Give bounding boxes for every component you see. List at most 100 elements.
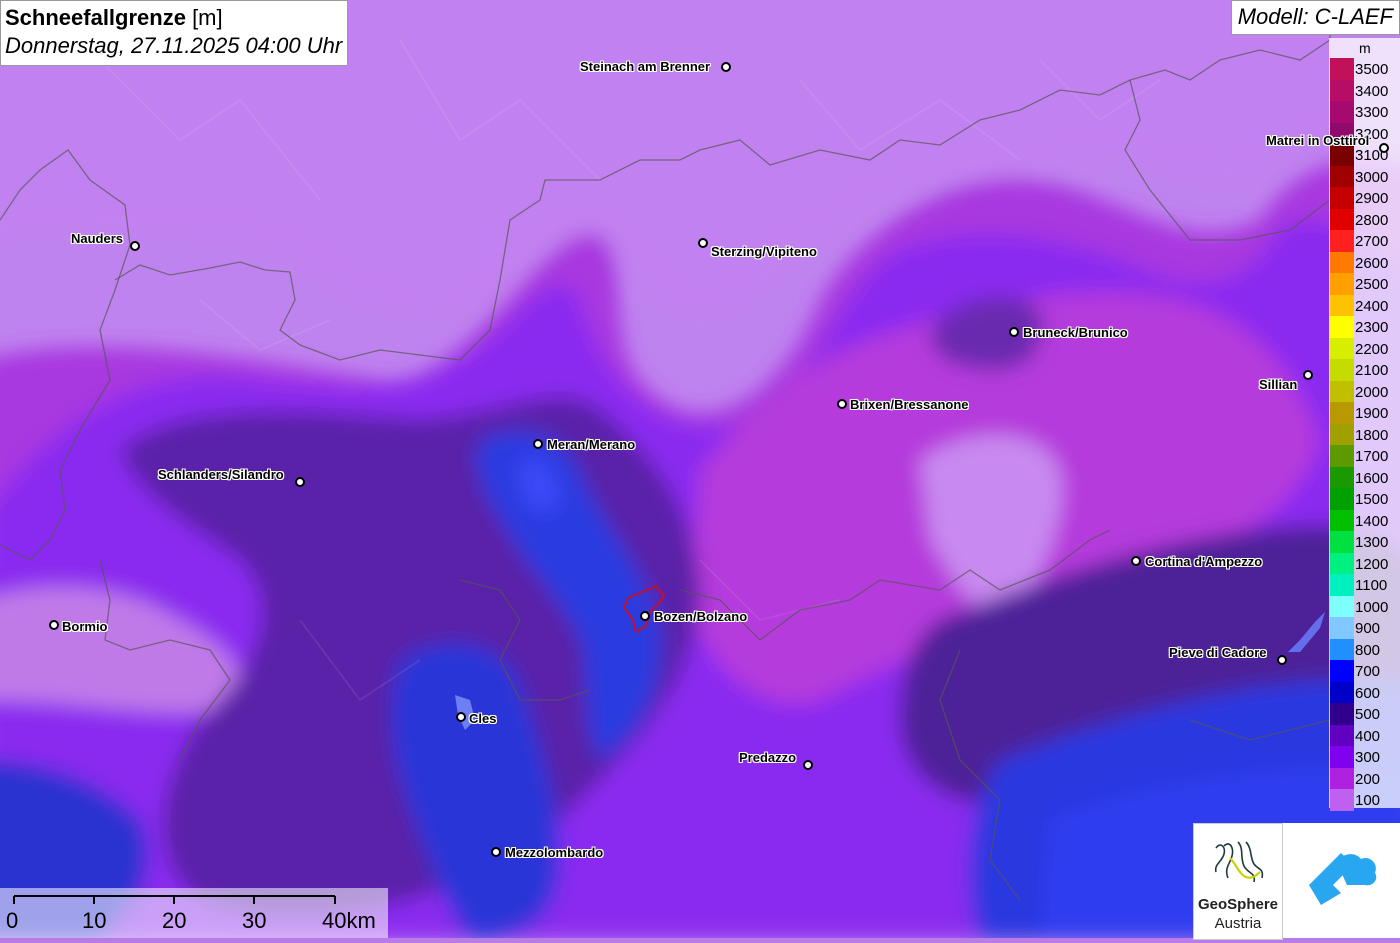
scale-label-0: 0 [6, 908, 19, 933]
legend-entry: 1300 [1329, 531, 1400, 553]
city-label: Mezzolombardo [505, 845, 604, 860]
legend-label: 1600 [1355, 469, 1389, 487]
city-label: Steinach am Brenner [580, 59, 711, 74]
legend-swatch [1330, 509, 1354, 531]
legend-entry: 1700 [1329, 445, 1400, 467]
legend-swatch [1330, 402, 1354, 424]
legend-entry: 600 [1329, 681, 1400, 703]
city-marker-icon [1379, 143, 1389, 153]
legend-entry: 2800 [1329, 208, 1400, 230]
logo-text-line1: GeoSphere [1197, 896, 1279, 913]
legend-swatch [1330, 552, 1354, 574]
legend-entry: 1000 [1329, 595, 1400, 617]
city-label: Cles [469, 711, 497, 726]
legend-label: 3500 [1355, 61, 1389, 78]
legend-swatch [1330, 58, 1354, 80]
legend-label: 2700 [1355, 233, 1389, 250]
scale-bar: 0 10 20 30 40km [0, 888, 388, 938]
legend-entry: 2300 [1329, 316, 1400, 338]
legend-swatch [1330, 574, 1354, 596]
legend-entry: 3000 [1329, 165, 1400, 187]
legend-label: 100 [1355, 792, 1381, 809]
city-marker-icon [837, 399, 847, 409]
legend-swatch [1330, 79, 1354, 101]
legend-label: 900 [1355, 620, 1381, 637]
city-label: Cortina d'Ampezzo [1145, 554, 1263, 569]
city-label: Sillian [1259, 377, 1298, 392]
legend-label: 600 [1355, 684, 1381, 702]
legend-label: 1800 [1355, 426, 1389, 444]
legend-swatch [1330, 531, 1354, 553]
legend-swatch [1330, 703, 1354, 725]
app-logo[interactable] [1283, 823, 1400, 938]
legend-entry: 2500 [1329, 273, 1400, 295]
legend-entry: 2700 [1329, 230, 1400, 252]
legend-label: 3400 [1355, 82, 1389, 100]
legend-label: 2000 [1355, 383, 1389, 401]
legend-swatch [1330, 316, 1354, 338]
legend-entry: 300 [1329, 746, 1400, 768]
city-label: Bormio [62, 619, 108, 634]
legend-entry: 3300 [1329, 101, 1400, 123]
scale-label-10: 10 [82, 908, 107, 933]
legend-label: 1500 [1355, 491, 1389, 508]
city-marker-icon [698, 238, 708, 248]
legend-entry: 1800 [1329, 423, 1400, 445]
legend-swatch [1330, 187, 1354, 209]
legend-entry: 800 [1329, 638, 1400, 660]
legend-label: 2900 [1355, 190, 1389, 207]
legend-label: 2600 [1355, 254, 1389, 272]
legend-label: 1300 [1355, 534, 1389, 551]
city-marker-icon [1303, 370, 1313, 380]
legend-label: 400 [1355, 727, 1381, 745]
legend-swatch [1330, 101, 1354, 123]
legend-label: 1200 [1355, 555, 1389, 573]
logo-text-line2: Austria [1214, 915, 1262, 932]
legend-swatch [1330, 595, 1354, 617]
legend-swatch [1330, 337, 1354, 359]
legend-swatch [1330, 638, 1354, 660]
legend-swatch [1330, 380, 1354, 402]
legend-entry: 3500 [1329, 58, 1400, 80]
legend-label: 800 [1355, 641, 1381, 659]
city-label: Schlanders/Silandro [158, 467, 284, 482]
legend-label: 2200 [1355, 340, 1389, 358]
legend-swatch [1330, 767, 1354, 789]
legend-entry: 2100 [1329, 359, 1400, 381]
legend-swatch [1330, 230, 1354, 252]
city-label: Brixen/Bressanone [850, 397, 969, 412]
map-title: Schneefallgrenze [m] [5, 5, 223, 30]
legend-swatch [1330, 681, 1354, 703]
legend-entry: 200 [1329, 767, 1400, 789]
legend-label: 500 [1355, 706, 1381, 723]
legend-swatch [1330, 746, 1354, 768]
city-label: Meran/Merano [547, 437, 636, 452]
geosphere-logo[interactable]: GeoSphere Austria [1193, 823, 1283, 940]
city-marker-icon [1277, 655, 1287, 665]
legend-unit: m [1359, 40, 1371, 56]
scale-label-30: 30 [242, 908, 267, 933]
legend-entry: 1900 [1329, 402, 1400, 424]
legend-entry: 900 [1329, 617, 1400, 639]
legend-label: 300 [1355, 749, 1381, 766]
legend-entry: 400 [1329, 724, 1400, 746]
cloud-arrow-icon [1309, 853, 1377, 905]
legend-entry: 2000 [1329, 380, 1400, 402]
legend-label: 1100 [1355, 577, 1388, 594]
legend-entry: 2900 [1329, 187, 1400, 209]
legend-swatch [1330, 273, 1354, 295]
legend-label: 2800 [1355, 211, 1389, 229]
legend-label: 700 [1355, 663, 1381, 680]
legend-entry: 1400 [1329, 509, 1400, 531]
city-label: Nauders [71, 231, 124, 246]
legend-swatch [1330, 208, 1354, 230]
city-marker-icon [721, 62, 731, 72]
model-label: Modell: C-LAEF [1230, 0, 1400, 35]
legend-swatch [1330, 466, 1354, 488]
city-marker-icon [456, 712, 466, 722]
legend-label: 1700 [1355, 448, 1389, 465]
legend-entry: 3400 [1329, 79, 1400, 101]
city-label: Predazzo [739, 750, 797, 765]
city-label: Bozen/Bolzano [654, 609, 748, 624]
legend-swatch [1330, 488, 1354, 510]
